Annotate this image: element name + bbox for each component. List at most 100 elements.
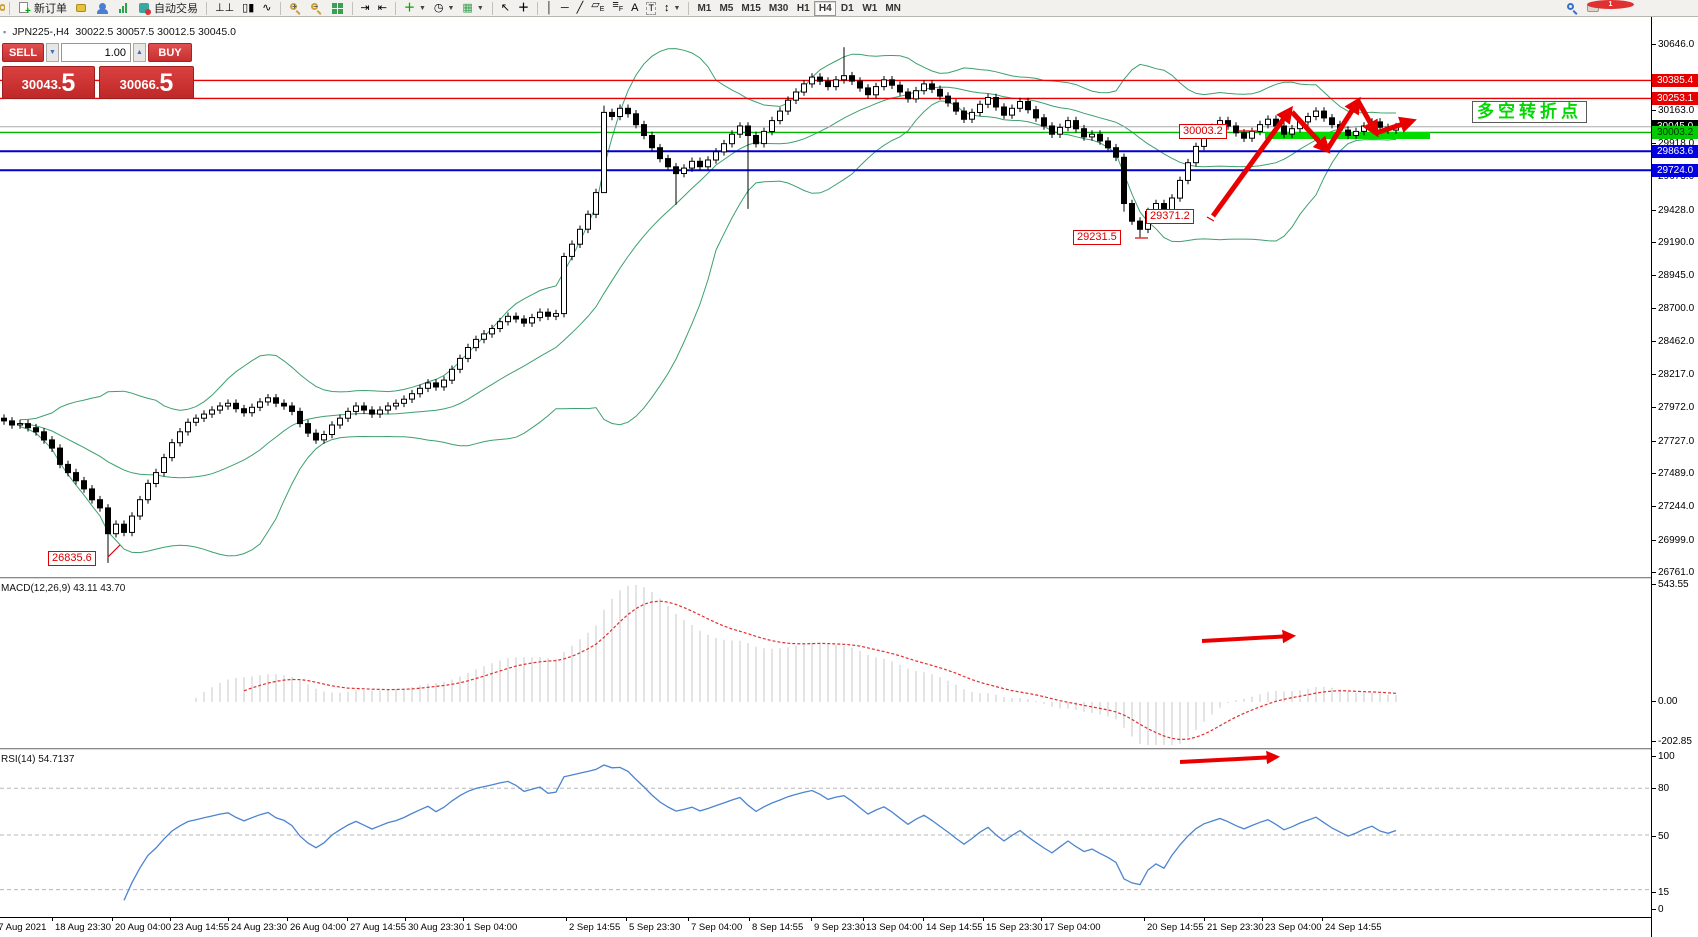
zoom-out-button[interactable]: − (306, 0, 327, 16)
time-label: 23 Aug 14:55 (173, 922, 229, 933)
templates-button[interactable]: ▦▼ (458, 0, 487, 16)
time-tick (405, 918, 406, 921)
fibonacci-tool-button[interactable]: ≡F (608, 0, 627, 16)
equidistant-channel-icon: ▱E (591, 0, 604, 15)
macd-axis-label: 543.55 (1652, 579, 1698, 591)
search-icon[interactable] (1566, 2, 1579, 15)
timeframe-m15-button[interactable]: M15 (737, 1, 764, 16)
tile-windows-button[interactable] (327, 0, 348, 16)
time-label: 20 Aug 04:00 (115, 922, 171, 933)
text-label-tool-button[interactable]: T (642, 0, 660, 16)
market-watch-button[interactable] (71, 0, 92, 16)
price-badge: 30385.4 (1652, 74, 1698, 87)
bar-chart-mode-button[interactable]: ⊥⊥ (211, 0, 238, 16)
cursor-icon: ↖ (501, 3, 510, 14)
clock-icon: ◷ (434, 3, 444, 14)
timeframe-m1-button[interactable]: M1 (693, 1, 715, 16)
horizontal-line-tool-button[interactable]: ─ (557, 0, 573, 16)
trendline-tool-button[interactable]: ╱ (573, 0, 588, 16)
time-tick (811, 918, 812, 921)
time-tick (626, 918, 627, 921)
time-label: 30 Aug 23:30 (408, 922, 464, 933)
timeframe-m5-button[interactable]: M5 (715, 1, 737, 16)
chart-icon[interactable] (0, 3, 5, 14)
crosshair-tool-button[interactable]: ＋ (514, 0, 533, 16)
cursor-tool-button[interactable]: ↖ (497, 0, 514, 16)
new-order-button[interactable]: + 新订单 (14, 0, 71, 16)
rsi-label: RSI(14) 54.7137 (1, 754, 74, 765)
price-callout[interactable]: 29371.2 (1146, 209, 1194, 224)
price-callout[interactable]: 30003.2 (1179, 124, 1227, 139)
auto-scroll-button[interactable]: ⇥ (357, 0, 374, 16)
auto-trading-icon (138, 2, 151, 14)
buy-price-tile[interactable]: 30066.5 (99, 66, 194, 99)
text-tool-button[interactable]: A (627, 0, 642, 16)
chart-plot-area[interactable]: ▪ JPN225-,H4 30022.5 30057.5 30012.5 300… (0, 17, 1651, 937)
toolbar-separator (537, 2, 538, 15)
rsi-axis-label: 80 (1652, 783, 1698, 795)
price-callout[interactable]: 29231.5 (1073, 230, 1121, 245)
price-badge: 29863.6 (1652, 145, 1698, 158)
price-tick-label: 29190.0 (1652, 237, 1698, 249)
time-label: 2 Sep 14:55 (569, 922, 620, 933)
sell-button[interactable]: SELL (2, 43, 44, 62)
price-tick-label: 27727.0 (1652, 436, 1698, 448)
one-click-trading-widget: SELL ▼ 1.00 ▲ BUY 30043.5 30066.5 (2, 43, 196, 105)
chart-shift-button[interactable]: ⇤ (374, 0, 391, 16)
time-axis[interactable]: 17 Aug 202118 Aug 23:3020 Aug 04:0023 Au… (0, 917, 1651, 937)
price-axis[interactable]: 30646.030163.029918.029673.029428.029190… (1651, 17, 1698, 937)
chart-shift-icon: ⇤ (378, 3, 387, 14)
arrows-tool-button[interactable]: ↕▼ (660, 0, 684, 16)
time-label: 24 Sep 14:55 (1325, 922, 1382, 933)
zoom-out-icon: − (310, 2, 323, 15)
periods-button[interactable]: ◷▼ (430, 0, 459, 16)
timeframe-w1-button[interactable]: W1 (858, 1, 881, 16)
buy-button[interactable]: BUY (148, 43, 192, 62)
time-tick (983, 918, 984, 921)
line-chart-mode-button[interactable]: ∿ (258, 0, 275, 16)
timeframe-h4-button[interactable]: H4 (814, 1, 836, 16)
time-tick (923, 918, 924, 921)
timeframe-h1-button[interactable]: H1 (792, 1, 814, 16)
buy-price-big-digit: 5 (159, 71, 173, 95)
vertical-line-tool-button[interactable]: │ (542, 0, 557, 16)
volume-input[interactable]: 1.00 (61, 43, 131, 62)
new-order-label: 新订单 (34, 0, 67, 16)
time-label: 23 Sep 04:00 (1265, 922, 1322, 933)
main-toolbar: + 新订单 自动交易 ⊥⊥ ▯▮ ∿ + − ⇥ ⇤ ＋▼ ◷▼ ▦▼ ↖ ＋ … (0, 0, 1698, 17)
indicators-button[interactable]: ＋▼ (400, 0, 430, 16)
timeframe-d1-button[interactable]: D1 (836, 1, 858, 16)
sell-price-tile[interactable]: 30043.5 (2, 66, 95, 99)
profile-button[interactable] (92, 0, 113, 16)
chart-window-icon: ▪ (3, 27, 6, 37)
channel-tool-button[interactable]: ▱E (587, 0, 608, 16)
rsi-canvas[interactable] (0, 750, 1651, 916)
candle-chart-mode-button[interactable]: ▯▮ (238, 0, 258, 16)
time-tick (688, 918, 689, 921)
time-label: 20 Sep 14:55 (1147, 922, 1204, 933)
turning-point-annotation[interactable]: 多空转折点 (1472, 101, 1587, 123)
time-tick (52, 918, 53, 921)
main-price-canvas[interactable] (0, 17, 1651, 577)
new-order-icon: + (18, 2, 31, 14)
fibonacci-icon: ≡F (612, 0, 623, 15)
timeframe-mn-button[interactable]: MN (881, 1, 905, 16)
price-badge: 30003.2 (1652, 126, 1698, 139)
rsi-axis-label: 15 (1652, 887, 1698, 899)
indicators-plus-icon: ＋ (404, 3, 415, 14)
volume-decrease-button[interactable]: ▼ (46, 43, 59, 62)
time-label: 7 Sep 04:00 (691, 922, 742, 933)
macd-canvas[interactable] (0, 579, 1651, 748)
time-tick (170, 918, 171, 921)
notifications-chat-icon[interactable]: 1 (1587, 2, 1602, 15)
price-callout[interactable]: 26835.6 (48, 551, 96, 566)
signals-button[interactable] (113, 0, 134, 16)
auto-trading-button[interactable]: 自动交易 (134, 0, 202, 16)
time-tick (749, 918, 750, 921)
toolbar-separator (9, 2, 10, 15)
timeframe-m30-button[interactable]: M30 (765, 1, 792, 16)
zoom-in-button[interactable]: + (285, 0, 306, 16)
toolbar-separator (395, 2, 396, 15)
volume-increase-button[interactable]: ▲ (133, 43, 146, 62)
market-watch-icon (75, 2, 88, 14)
